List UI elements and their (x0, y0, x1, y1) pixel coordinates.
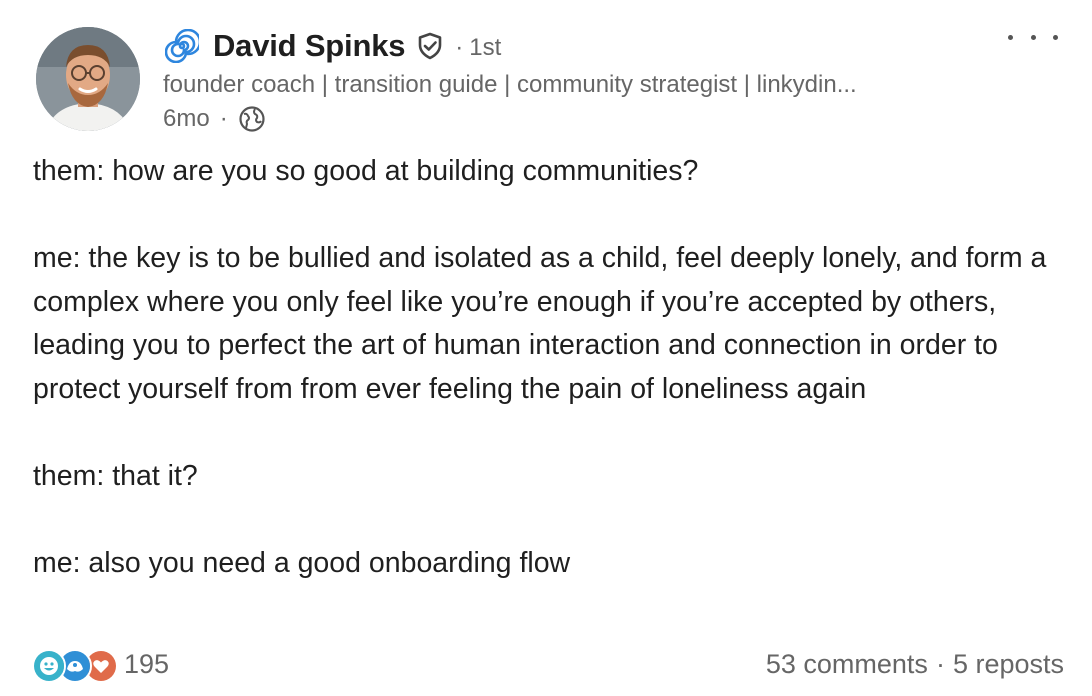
reposts-link[interactable]: 5 reposts (953, 649, 1064, 680)
spiral-icon (163, 27, 201, 65)
shield-check-icon (413, 29, 447, 63)
author-name[interactable]: David Spinks (213, 28, 405, 64)
reaction-icons (32, 647, 120, 683)
reactions-summary[interactable]: 195 (32, 647, 170, 683)
engagement-stats: 53 comments · 5 reposts (766, 649, 1064, 680)
dot (1030, 34, 1036, 40)
author-row: David Spinks · 1st (163, 24, 1023, 68)
post-paragraph: them: how are you so good at building co… (33, 155, 699, 187)
post-body: them: how are you so good at building co… (33, 150, 1073, 585)
author-headline: founder coach | transition guide | commu… (163, 71, 857, 98)
globe-icon (238, 105, 266, 133)
reactions-count: 195 (124, 648, 170, 679)
post-header: David Spinks · 1st founder coach | transi… (163, 24, 1023, 136)
avatar[interactable] (36, 27, 140, 131)
comments-link[interactable]: 53 comments (766, 649, 928, 680)
post-paragraph: me: the key is to be bullied and isolate… (33, 242, 1047, 405)
funny-icon (32, 649, 66, 683)
linkedin-post: David Spinks · 1st founder coach | transi… (0, 0, 1092, 696)
connection-degree: · 1st (455, 34, 501, 62)
more-options-button[interactable] (1008, 22, 1058, 52)
degree-label: 1st (469, 34, 502, 61)
post-paragraph: them: that it? (33, 459, 198, 492)
social-counts: 195 53 comments · 5 reposts (32, 644, 1064, 684)
dot (1053, 34, 1058, 40)
separator-dot: · (455, 34, 464, 61)
post-paragraph: me: also you need a good onboarding flow (33, 546, 571, 579)
post-meta: 6mo · (163, 102, 1023, 136)
dot (1008, 34, 1013, 40)
separator-dot: · (935, 648, 945, 679)
separator-dot: · (219, 105, 228, 132)
post-time[interactable]: 6mo (163, 105, 210, 133)
